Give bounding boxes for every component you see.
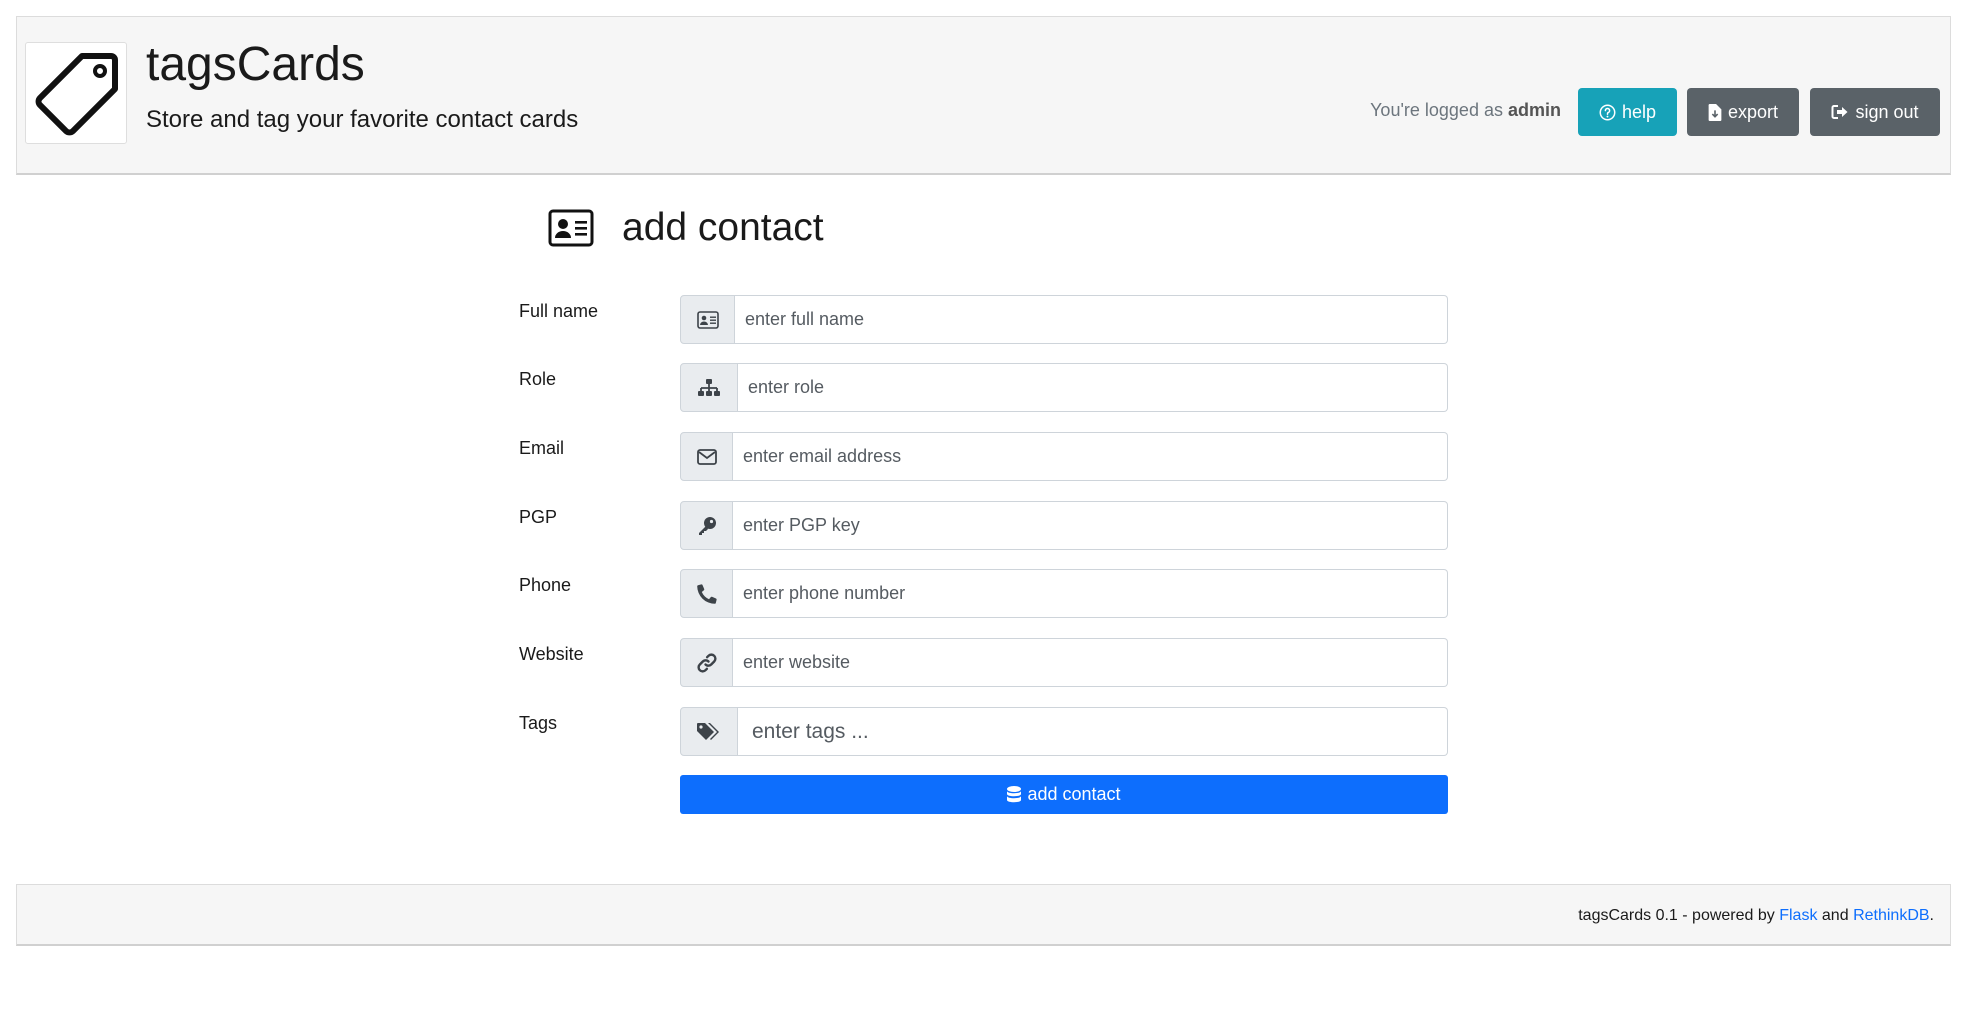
website-addon bbox=[680, 638, 733, 687]
file-download-icon bbox=[1708, 103, 1722, 121]
footer-suffix: . bbox=[1929, 907, 1934, 924]
help-button[interactable]: help bbox=[1578, 88, 1677, 136]
id-card-icon bbox=[696, 310, 719, 329]
full-name-input[interactable] bbox=[735, 295, 1448, 344]
website-input[interactable] bbox=[733, 638, 1448, 687]
id-card-icon bbox=[548, 209, 594, 247]
pgp-input-group bbox=[680, 501, 1448, 550]
pgp-addon bbox=[680, 501, 733, 550]
full-name-label: Full name bbox=[519, 301, 599, 321]
page-title: add contact bbox=[622, 206, 824, 249]
logged-prefix: You're logged as bbox=[1370, 100, 1503, 120]
tag-icon bbox=[35, 53, 118, 136]
username: admin bbox=[1507, 100, 1561, 120]
tags-icon bbox=[697, 722, 719, 740]
form-row-role: Role bbox=[519, 363, 1449, 413]
role-input-group bbox=[680, 363, 1448, 412]
form-row-tags: Tags bbox=[519, 707, 1449, 757]
email-addon bbox=[680, 432, 733, 481]
tags-label: Tags bbox=[519, 713, 558, 733]
footer-text: tagsCards 0.1 - powered by Flask and Ret… bbox=[1578, 907, 1934, 925]
tags-input-group bbox=[680, 707, 1448, 756]
rethinkdb-link[interactable]: RethinkDB bbox=[1853, 907, 1929, 924]
pgp-input[interactable] bbox=[733, 501, 1448, 550]
export-button[interactable]: export bbox=[1687, 88, 1799, 136]
form-row-full-name: Full name bbox=[519, 295, 1449, 345]
phone-input[interactable] bbox=[733, 569, 1448, 618]
sign-out-icon bbox=[1831, 105, 1848, 119]
website-label: Website bbox=[519, 644, 584, 664]
footer: tagsCards 0.1 - powered by Flask and Ret… bbox=[16, 884, 1951, 946]
help-label: help bbox=[1621, 101, 1657, 122]
form-row-email: Email bbox=[519, 432, 1449, 482]
form-row-pgp: PGP bbox=[519, 501, 1449, 551]
database-icon bbox=[1007, 786, 1022, 803]
flask-link[interactable]: Flask bbox=[1779, 907, 1817, 924]
tags-addon bbox=[680, 707, 738, 756]
email-input-group bbox=[680, 432, 1448, 481]
footer-joiner: and bbox=[1821, 907, 1849, 924]
question-circle-icon bbox=[1599, 104, 1616, 120]
phone-icon bbox=[696, 583, 717, 604]
header-bar: tagsCards Store and tag your favorite co… bbox=[16, 16, 1951, 175]
phone-addon bbox=[680, 569, 733, 618]
link-icon bbox=[696, 652, 717, 673]
export-label: export bbox=[1727, 101, 1779, 122]
page-heading: add contact bbox=[548, 206, 824, 250]
key-icon bbox=[698, 516, 716, 535]
logo[interactable] bbox=[25, 42, 127, 144]
full-name-input-group bbox=[680, 295, 1448, 344]
sign-out-label: sign out bbox=[1855, 101, 1919, 122]
full-name-addon bbox=[680, 295, 735, 344]
logged-in-status: You're logged as admin bbox=[1370, 100, 1561, 121]
form-row-phone: Phone bbox=[519, 569, 1449, 619]
pgp-label: PGP bbox=[519, 507, 558, 527]
add-contact-button[interactable]: add contact bbox=[680, 775, 1448, 814]
phone-label: Phone bbox=[519, 575, 572, 595]
website-input-group bbox=[680, 638, 1448, 687]
app-title: tagsCards bbox=[146, 38, 365, 91]
footer-prefix: tagsCards 0.1 - powered by bbox=[1578, 907, 1775, 924]
phone-input-group bbox=[680, 569, 1448, 618]
app-subtitle: Store and tag your favorite contact card… bbox=[146, 106, 579, 133]
email-label: Email bbox=[519, 438, 565, 458]
role-addon bbox=[680, 363, 738, 412]
add-contact-label: add contact bbox=[1027, 784, 1121, 804]
email-input[interactable] bbox=[733, 432, 1448, 481]
role-label: Role bbox=[519, 369, 557, 389]
sign-out-button[interactable]: sign out bbox=[1810, 88, 1940, 136]
sitemap-icon bbox=[698, 378, 720, 396]
role-input[interactable] bbox=[738, 363, 1448, 412]
envelope-icon bbox=[696, 448, 717, 465]
tags-input[interactable] bbox=[738, 707, 1448, 756]
form-row-website: Website bbox=[519, 638, 1449, 688]
